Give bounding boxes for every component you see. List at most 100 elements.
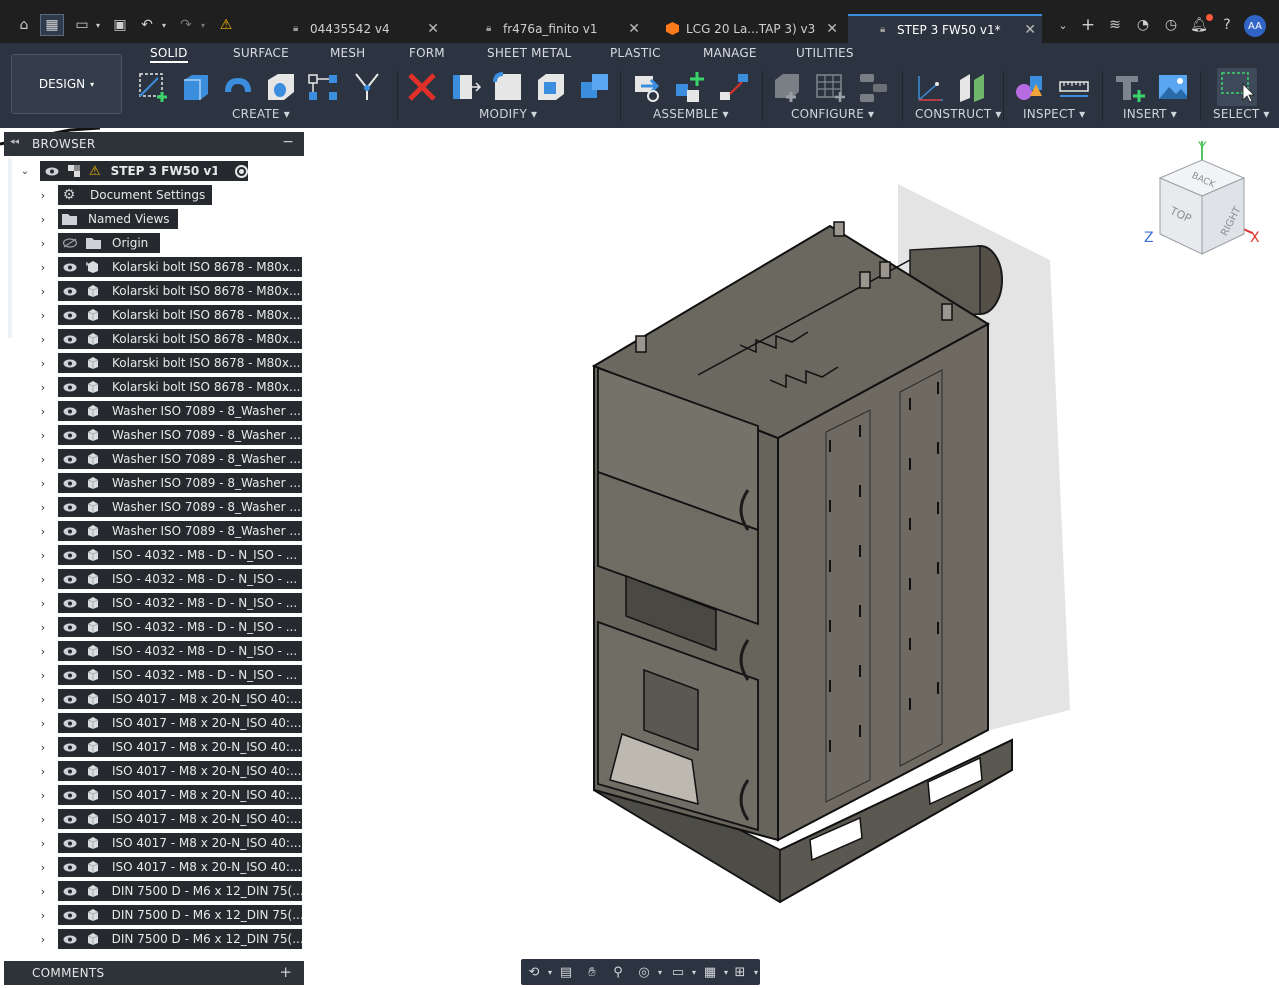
construct-group-label[interactable]: CONSTRUCT ▾ [915, 107, 1002, 121]
configure-group-label[interactable]: CONFIGURE ▾ [791, 107, 874, 121]
revolve-icon[interactable] [221, 70, 255, 104]
browser-item[interactable]: Washer ISO 7089 - 8_Washer ... [58, 521, 302, 541]
expand-chevron-icon[interactable]: › [38, 257, 48, 277]
workspace-switcher-button[interactable]: DESIGN ▾ [11, 54, 122, 114]
help-icon[interactable]: ? [1218, 16, 1236, 34]
browser-item[interactable]: ISO 4017 - M8 x 20-N_ISO 40:... [58, 785, 302, 805]
expand-chevron-icon[interactable]: › [38, 881, 48, 901]
eye-visibility-icon[interactable] [58, 569, 82, 589]
eye-visibility-icon[interactable] [58, 881, 82, 901]
eye-visibility-icon[interactable] [58, 449, 82, 469]
browser-item[interactable]: ISO - 4032 - M8 - D - N_ISO - ... [58, 641, 302, 661]
browser-item[interactable]: DIN 7500 D - M6 x 12_DIN 75(... [58, 881, 302, 901]
browser-item[interactable]: ISO 4017 - M8 x 20-N_ISO 40:... [58, 761, 302, 781]
expand-chevron-icon[interactable]: › [38, 545, 48, 565]
configuration-rules-icon[interactable] [857, 70, 891, 104]
eye-hidden-icon[interactable] [58, 233, 82, 253]
view-cube[interactable]: Y Z X BACK TOP RIGHT [1140, 138, 1270, 258]
browser-item[interactable]: ISO - 4032 - M8 - D - N_ISO - ... [58, 569, 302, 589]
insert-derive-icon[interactable] [1113, 70, 1147, 104]
chevron-down-icon[interactable]: ⌄ [1054, 16, 1072, 34]
expand-chevron-icon[interactable]: › [38, 233, 48, 253]
browser-item[interactable]: DIN 7500 D - M6 x 12_DIN 75(... [58, 905, 302, 925]
browser-item[interactable]: Washer ISO 7089 - 8_Washer ... [58, 401, 302, 421]
chevron-down-icon[interactable]: ▾ [154, 15, 174, 35]
browser-item[interactable]: ISO 4017 - M8 x 20-N_ISO 40:... [58, 857, 302, 877]
eye-visibility-icon[interactable] [58, 401, 82, 421]
browser-item[interactable]: Washer ISO 7089 - 8_Washer ... [58, 497, 302, 517]
browser-item[interactable]: ISO 4017 - M8 x 20-N_ISO 40:... [58, 713, 302, 733]
configuration-table-icon[interactable] [814, 70, 848, 104]
expand-chevron-icon[interactable]: › [38, 185, 48, 205]
browser-item[interactable]: ISO 4017 - M8 x 20-N_ISO 40:... [58, 833, 302, 853]
warning-icon[interactable]: ⚠ [89, 164, 101, 179]
browser-item-document-settings[interactable]: ⚙ Document Settings [58, 185, 212, 205]
chevron-down-icon[interactable]: ▾ [747, 963, 765, 981]
pan-hand-icon[interactable]: ✋︎ [583, 963, 601, 981]
shell-icon[interactable] [534, 70, 568, 104]
look-at-icon[interactable]: ▤ [557, 963, 575, 981]
chevron-down-icon[interactable]: ▾ [193, 15, 213, 35]
pattern-icon[interactable] [306, 70, 340, 104]
eye-visibility-icon[interactable] [58, 737, 82, 757]
expand-chevron-icon[interactable]: › [38, 521, 48, 541]
expand-chevron-icon[interactable]: › [38, 569, 48, 589]
tab-sheet-metal[interactable]: SHEET METAL [487, 46, 571, 63]
insert-group-label[interactable]: INSERT ▾ [1123, 107, 1177, 121]
browser-item[interactable]: ISO - 4032 - M8 - D - N_ISO - ... [58, 617, 302, 637]
tab-surface[interactable]: SURFACE [233, 46, 289, 63]
expand-chevron-icon[interactable]: › [38, 713, 48, 733]
combine-icon[interactable] [578, 70, 612, 104]
expand-chevron-icon[interactable]: › [38, 905, 48, 925]
close-icon[interactable]: ✕ [427, 21, 439, 37]
close-icon[interactable]: ✕ [628, 21, 640, 37]
browser-item[interactable]: Kolarski bolt ISO 8678 - M80x... [58, 257, 302, 277]
mirror-icon[interactable] [350, 70, 384, 104]
press-pull-icon[interactable] [448, 70, 482, 104]
eye-visibility-icon[interactable] [58, 377, 82, 397]
measure-icon[interactable] [1057, 70, 1091, 104]
expand-chevron-icon[interactable]: › [38, 929, 48, 949]
inspect-group-label[interactable]: INSPECT ▾ [1023, 107, 1085, 121]
eye-visibility-icon[interactable] [58, 761, 82, 781]
browser-item[interactable]: ISO - 4032 - M8 - D - N_ISO - ... [58, 593, 302, 613]
expand-chevron-icon[interactable]: › [38, 377, 48, 397]
close-icon[interactable]: ✕ [1024, 22, 1036, 38]
configure-design-icon[interactable] [771, 70, 805, 104]
activate-radio-icon[interactable] [235, 164, 248, 178]
close-icon[interactable]: ✕ [826, 21, 838, 37]
browser-item[interactable]: Kolarski bolt ISO 8678 - M80x... [58, 305, 302, 325]
select-tool-button[interactable] [1217, 68, 1257, 106]
axis-through-point-icon[interactable] [913, 70, 947, 104]
eye-visibility-icon[interactable] [58, 353, 82, 373]
eye-visibility-icon[interactable] [58, 665, 82, 685]
fillet-icon[interactable] [491, 70, 525, 104]
expand-chevron-icon[interactable]: › [38, 497, 48, 517]
as-built-joint-icon[interactable] [716, 70, 750, 104]
tab-document-2[interactable]: 🔒︎ fr476a_finito v1 ✕ [478, 14, 646, 43]
eye-visibility-icon[interactable] [58, 905, 82, 925]
interference-icon[interactable] [1014, 70, 1048, 104]
expand-chevron-icon[interactable]: › [38, 353, 48, 373]
tab-solid[interactable]: SOLID [150, 46, 188, 63]
create-sketch-icon[interactable] [136, 70, 170, 104]
expand-chevron-icon[interactable]: › [38, 809, 48, 829]
eye-visibility-icon[interactable] [58, 785, 82, 805]
browser-item[interactable]: Kolarski bolt ISO 8678 - M80x... [58, 377, 302, 397]
chevron-down-icon[interactable]: ▾ [88, 15, 108, 35]
eye-visibility-icon[interactable] [58, 521, 82, 541]
add-comment-plus-icon[interactable]: + [279, 963, 292, 981]
expand-chevron-icon[interactable]: › [38, 857, 48, 877]
eye-visibility-icon[interactable] [58, 809, 82, 829]
expand-chevron-icon[interactable]: › [38, 401, 48, 421]
data-panel-grid-icon[interactable]: ▦ [40, 14, 64, 36]
expand-chevron-icon[interactable]: › [38, 281, 48, 301]
expand-chevron-icon[interactable]: › [38, 329, 48, 349]
browser-item[interactable]: Kolarski bolt ISO 8678 - M80x... [58, 353, 302, 373]
tab-document-3[interactable]: LCG 20 La...TAP 3) v3 ✕ [660, 14, 844, 43]
expand-chevron-icon[interactable]: › [38, 449, 48, 469]
eye-visibility-icon[interactable] [58, 425, 82, 445]
save-icon[interactable]: ▣ [110, 15, 130, 35]
collapse-chevron-icon[interactable]: ⌄ [20, 161, 30, 181]
eye-visibility-icon[interactable] [58, 929, 82, 949]
